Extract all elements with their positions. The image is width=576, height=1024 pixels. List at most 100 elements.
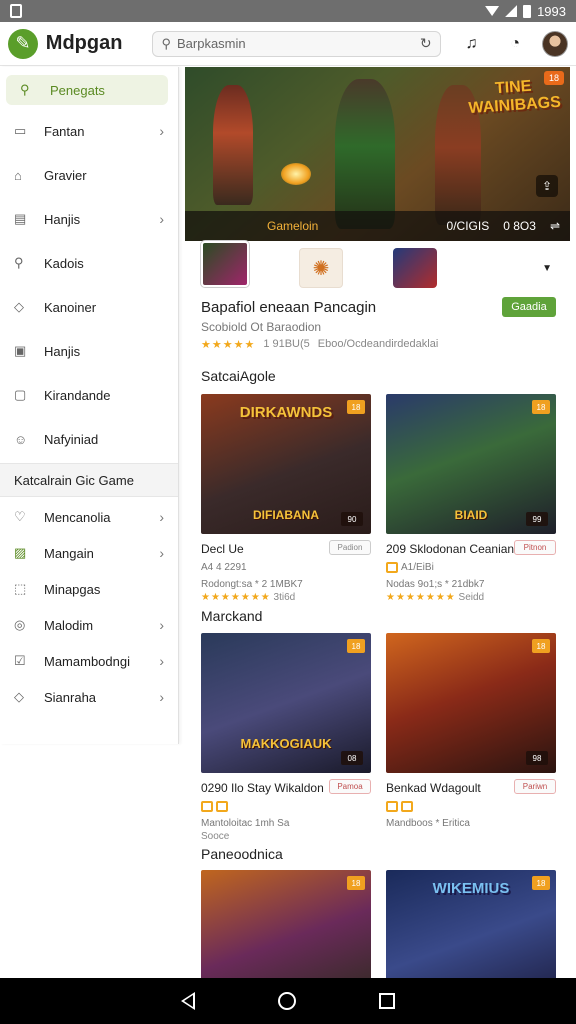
- bell-icon[interactable]: ♫: [459, 31, 485, 57]
- age-badge: 18: [532, 400, 550, 414]
- home-icon[interactable]: [277, 992, 296, 1010]
- sidebar-item-mamambodngi[interactable]: ☑ Mamambodngi ›: [0, 643, 178, 679]
- game-card-meta: Mandboos * Eritica: [386, 818, 470, 830]
- avatar[interactable]: [542, 30, 568, 57]
- hero-glow: [281, 163, 311, 185]
- sidebar-item-penegats[interactable]: ⚲ Penegats: [6, 75, 168, 105]
- game-card-meta-size: Sooce: [201, 831, 230, 843]
- hero-character: [213, 85, 253, 205]
- sidebar-item-hanjis[interactable]: ▤ Hanjis ›: [0, 197, 178, 241]
- battery-icon: [523, 4, 532, 18]
- hero-stat: 0/CIGIS: [446, 219, 490, 233]
- heart-icon: ♡: [14, 509, 26, 524]
- game-card[interactable]: WIKEMIUS 18: [386, 870, 556, 979]
- sidebar-item-kadois[interactable]: ⚲ Kadois: [0, 241, 178, 285]
- game-card-meta: A4 4 2291: [201, 562, 247, 573]
- chart-icon: ▨: [14, 545, 27, 560]
- user-icon: ☺: [14, 431, 28, 447]
- coin-icon[interactable]: ◔: [502, 31, 528, 57]
- featured-meta-desc: Eboo/Ocdeandirdedaklai: [317, 338, 439, 350]
- refresh-icon[interactable]: ↻: [420, 35, 432, 52]
- sidebar-item-malodim[interactable]: ◎ Malodim ›: [0, 607, 178, 643]
- thumbnail-strip: ✺ ▼: [185, 241, 570, 295]
- rating-stars: ★★★★★: [201, 339, 256, 351]
- signal-icon: [505, 5, 518, 17]
- sidebar-item-label: Hanjis: [44, 343, 81, 359]
- card-action-button[interactable]: Pamoa: [329, 779, 371, 794]
- clock: 1993: [537, 3, 566, 19]
- sidebar-item-kanoiner[interactable]: ◇ Kanoiner: [0, 285, 178, 329]
- sidebar-item-label: Kadois: [44, 255, 84, 271]
- sidebar-item-label: Gravier: [44, 167, 87, 183]
- game-card-logo: DIRKAWNDS: [239, 404, 333, 421]
- sidebar-item-hanjis-2[interactable]: ▣ Hanjis: [0, 329, 178, 373]
- age-badge: 18: [544, 71, 564, 85]
- hero-title: Gameloin: [267, 219, 319, 233]
- chevron-right-icon: ›: [159, 509, 164, 525]
- app-title: Mdpgan: [45, 32, 123, 54]
- section-title: Marckand: [201, 608, 263, 624]
- game-card[interactable]: 18: [201, 870, 371, 979]
- sidebar-item-label: Sianraha: [44, 689, 97, 705]
- search-input[interactable]: ⚲ Barpkasmin ↻: [152, 30, 441, 57]
- sidebar-item-minapgas[interactable]: ⬚ Minapgas: [0, 571, 178, 607]
- game-card[interactable]: 18 MAKKOGIAUK 08 0290 Ilo Stay Wikaldon …: [201, 633, 371, 842]
- wifi-icon: [485, 6, 500, 16]
- controller-icon: [386, 801, 398, 812]
- hero-info-bar: Gameloin 0/CIGIS 0 8O3 ⇌: [185, 211, 570, 241]
- hero-character: [335, 79, 395, 229]
- chevron-right-icon: ›: [159, 211, 164, 227]
- get-button[interactable]: Gaadia: [502, 297, 556, 317]
- box-icon: ▣: [14, 343, 27, 358]
- age-badge: 18: [532, 876, 550, 890]
- game-card-title: Benkad Wdagoult: [386, 781, 481, 795]
- chevron-down-icon[interactable]: ▼: [542, 263, 552, 274]
- box-icon: ⬚: [14, 581, 27, 596]
- thumbnail[interactable]: ✺: [299, 248, 343, 288]
- sidebar-item-label: Mangain: [44, 545, 94, 561]
- section-title: Paneoodnica: [201, 846, 283, 862]
- card-action-button[interactable]: Pariwn: [514, 779, 556, 794]
- game-card-meta: [386, 801, 556, 812]
- edit-icon: ▢: [14, 387, 27, 402]
- status-bar: 1993: [0, 0, 576, 22]
- game-card-image: 18 98: [386, 633, 556, 773]
- sidebar-item-kirandande[interactable]: ▢ Kirandande: [0, 373, 178, 417]
- price-tag: 99: [526, 512, 548, 526]
- app-logo-icon[interactable]: ✎: [8, 28, 38, 59]
- sidebar-item-label: Minapgas: [44, 581, 101, 597]
- game-card-name: Benkad Wdagoult Pariwn: [386, 779, 556, 795]
- section-title: SatcaiAgole: [201, 368, 276, 384]
- game-card-meta: [201, 801, 371, 812]
- sidebar-item-gravier[interactable]: ⌂ Gravier: [0, 153, 178, 197]
- chevron-right-icon: ›: [159, 123, 164, 139]
- recent-apps-icon[interactable]: [378, 993, 395, 1009]
- card-action-button[interactable]: Padion: [329, 540, 371, 555]
- card-action-button[interactable]: Pitnon: [514, 540, 556, 555]
- sidebar-item-mencanolia[interactable]: ♡ Mencanolia ›: [0, 499, 178, 535]
- search-icon: ⚲: [20, 82, 30, 97]
- game-card-meta: Nodas 9o1;s * 21dbk7: [386, 579, 485, 591]
- featured-subtitle: Scobiold Ot Baraodion: [201, 320, 322, 334]
- game-card[interactable]: DIRKAWNDS 18 DIFIABANA 90 Decl Ue Padion…: [201, 394, 371, 603]
- sidebar-item-mangain[interactable]: ▨ Mangain ›: [0, 535, 178, 571]
- share-icon[interactable]: ⇪: [536, 175, 558, 197]
- system-nav-bar: [0, 978, 576, 1024]
- sidebar-item-sianraha[interactable]: ◇ Sianraha ›: [0, 679, 178, 715]
- thumbnail[interactable]: [393, 248, 437, 288]
- sidebar-item-nafyiniad[interactable]: ☺ Nafyiniad: [0, 417, 178, 461]
- settings-icon[interactable]: ⇌: [550, 219, 560, 233]
- hero-banner[interactable]: TINE WAINIBAGS 18 ⇪ Gameloin 0/CIGIS 0 8…: [185, 67, 570, 241]
- chevron-right-icon: ›: [159, 617, 164, 633]
- sidebar-item-label: Kanoiner: [44, 299, 97, 315]
- age-badge: 18: [347, 876, 365, 890]
- game-card[interactable]: 18 98 Benkad Wdagoult Pariwn Mandboos * …: [386, 633, 556, 829]
- thumbnail[interactable]: [201, 241, 249, 287]
- game-card-meta: A1/EiBi: [386, 562, 556, 573]
- back-icon[interactable]: [181, 992, 196, 1010]
- game-card[interactable]: 18 BIAID 99 209 Sklodonan Ceanian Pitnon…: [386, 394, 556, 603]
- diamond-icon: ◇: [14, 689, 24, 704]
- home-icon: ⌂: [14, 167, 22, 183]
- sidebar-item-label: Mencanolia: [44, 509, 111, 525]
- sidebar-item-fantan[interactable]: ▭ Fantan ›: [0, 109, 178, 153]
